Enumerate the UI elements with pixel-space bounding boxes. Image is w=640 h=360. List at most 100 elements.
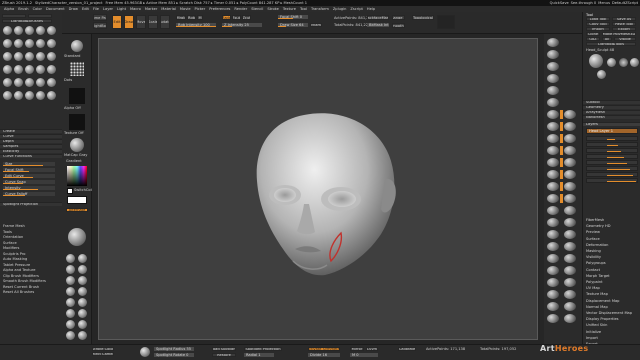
- layers-section[interactable]: Layers: [583, 122, 640, 126]
- zadd-button[interactable]: Zadd: [222, 15, 231, 20]
- menu-draw[interactable]: Draw: [69, 7, 78, 11]
- shelf-button[interactable]: [564, 110, 576, 119]
- lightbox-brushes-button[interactable]: LightBox▸Brushes: [2, 19, 52, 23]
- lightbox-tools-button[interactable]: Lightbox▸Tools: [586, 42, 636, 46]
- material-thumb[interactable]: [66, 298, 75, 307]
- tool-menu-fibermesh[interactable]: FiberMesh: [586, 218, 604, 222]
- menu-marker[interactable]: Marker: [145, 7, 157, 11]
- tool-thumb-simple[interactable]: [630, 58, 639, 67]
- brush-thumb[interactable]: [36, 65, 45, 74]
- shelf-button[interactable]: [547, 146, 559, 155]
- brush-thumb[interactable]: [36, 52, 45, 61]
- layer-row[interactable]: [586, 142, 638, 147]
- shelf-button[interactable]: [547, 194, 559, 203]
- tool-menu-geometry-hd[interactable]: Geometry HD: [586, 224, 611, 228]
- tool-menu-surface[interactable]: Surface: [586, 237, 600, 241]
- brush-thumb[interactable]: [14, 91, 23, 100]
- rgb-intensity-slider[interactable]: Rgb Intensity 100: [176, 23, 216, 27]
- shelf-button[interactable]: [564, 158, 576, 167]
- shelf-button[interactable]: [564, 242, 576, 251]
- shelf-button[interactable]: [564, 290, 576, 299]
- brush-thumb[interactable]: [14, 78, 23, 87]
- left-menu-frame-mesh[interactable]: Frame Mesh: [3, 224, 25, 228]
- draw-button[interactable]: Draw: [124, 15, 134, 29]
- section-elasticity[interactable]: Elasticity: [0, 149, 62, 153]
- material-thumb[interactable]: [66, 276, 75, 285]
- section-curve-functions[interactable]: Curve Functions: [0, 154, 62, 158]
- shelf-button[interactable]: [564, 122, 576, 131]
- shelf-button[interactable]: [564, 314, 576, 323]
- spotlight-icon[interactable]: [140, 347, 150, 357]
- shelf-button[interactable]: [547, 278, 559, 287]
- all-button[interactable]: All: [602, 37, 612, 41]
- brush-thumb[interactable]: [3, 91, 12, 100]
- material-thumb[interactable]: [78, 298, 87, 307]
- menu-transform[interactable]: Transform: [311, 7, 329, 11]
- shelf-button[interactable]: [564, 182, 576, 191]
- copy-tool-button[interactable]: Copy Tool: [586, 22, 610, 26]
- menu-material[interactable]: Material: [161, 7, 176, 11]
- brush-thumb[interactable]: [36, 26, 45, 35]
- shelf-button[interactable]: [564, 146, 576, 155]
- shelf-button[interactable]: [564, 206, 576, 215]
- layer-row[interactable]: [586, 166, 638, 171]
- menu-preferences[interactable]: Preferences: [209, 7, 230, 11]
- menu-light[interactable]: Light: [117, 7, 126, 11]
- brush-thumb[interactable]: [25, 65, 34, 74]
- shelf-button[interactable]: [547, 122, 559, 131]
- tool-menu-texture-map[interactable]: Texture Map: [586, 292, 608, 296]
- material-thumb[interactable]: [66, 309, 75, 318]
- shelf-button[interactable]: [547, 254, 559, 263]
- shelf-button[interactable]: [547, 170, 559, 179]
- draw-size-slider[interactable]: Draw Size 64: [278, 23, 308, 27]
- left-menu-surface[interactable]: Surface: [3, 241, 17, 245]
- tool-menu-uv-map[interactable]: UV Map: [586, 286, 600, 290]
- spotlight-projection-button[interactable]: Spotlight Projection: [244, 347, 282, 351]
- tool-thumb-head2[interactable]: [597, 70, 606, 79]
- shelf-button[interactable]: [564, 266, 576, 275]
- nanomesh-section[interactable]: NanoMesh: [583, 115, 640, 119]
- import-button[interactable]: Import: [586, 27, 610, 31]
- calibrate-button[interactable]: Calibrate: [398, 347, 416, 351]
- tool-menu-polygroups[interactable]: Polygroups: [586, 261, 606, 265]
- spotlight-radius-slider[interactable]: Spotlight Radius 55: [154, 347, 194, 351]
- tool-menu-initialize[interactable]: Initialize: [586, 330, 601, 334]
- make-polymesh-button[interactable]: Make PolyMesh3D: [602, 32, 636, 36]
- shelf-button[interactable]: [547, 62, 559, 71]
- shelf-button[interactable]: [564, 254, 576, 263]
- tool-menu-polypaint[interactable]: Polypaint: [586, 280, 603, 284]
- menu-zplugin[interactable]: Zplugin: [333, 7, 347, 11]
- brush-thumb[interactable]: [36, 78, 45, 87]
- search-field[interactable]: [437, 15, 455, 29]
- lsym-button[interactable]: LSym: [366, 347, 378, 351]
- backface-mask-button[interactable]: BackfaceMask: [367, 15, 389, 20]
- layer-row[interactable]: [586, 178, 638, 183]
- left-menu-modifiers[interactable]: Modifiers: [3, 246, 19, 250]
- smooth-slider[interactable]: Smooth 5: [392, 23, 405, 28]
- tool-menu-import[interactable]: Import: [586, 336, 598, 340]
- secondary-color-swatch[interactable]: [67, 196, 87, 204]
- goz-button[interactable]: GoZ: [586, 37, 600, 41]
- section-spotlight-projection[interactable]: Spotlight Projection: [0, 202, 62, 206]
- dynamic-button[interactable]: Dynamic: [310, 23, 322, 27]
- active-layer-row[interactable]: Head Layer 1: [586, 128, 638, 134]
- layer-row[interactable]: [586, 172, 638, 177]
- brush-thumb[interactable]: [14, 52, 23, 61]
- load-tool-button[interactable]: Load Tool: [586, 17, 610, 21]
- head-sculpt-viewport[interactable]: [99, 39, 538, 340]
- topological-button[interactable]: Topological: [412, 15, 434, 20]
- shelf-button[interactable]: [547, 314, 559, 323]
- brush-thumb[interactable]: [3, 39, 12, 48]
- scale-button[interactable]: Scale: [148, 15, 158, 29]
- material-matcap-thumb[interactable]: [70, 138, 84, 152]
- material-thumb[interactable]: [78, 320, 87, 329]
- tool-menu-vector-displacement-map[interactable]: Vector Displacement Map: [586, 311, 632, 315]
- load-spotlight-button[interactable]: Load Spotlight: [212, 347, 236, 351]
- brush-thumb[interactable]: [47, 78, 56, 87]
- texture-off-thumb[interactable]: [69, 114, 85, 130]
- brush-thumb[interactable]: [14, 26, 23, 35]
- shelf-button[interactable]: [547, 110, 559, 119]
- curve-snap-slider[interactable]: Curve Snap: [3, 180, 55, 184]
- material-thumb[interactable]: [66, 254, 75, 263]
- left-menu-clip-brush-modifiers[interactable]: Clip Brush Modifiers: [3, 274, 39, 278]
